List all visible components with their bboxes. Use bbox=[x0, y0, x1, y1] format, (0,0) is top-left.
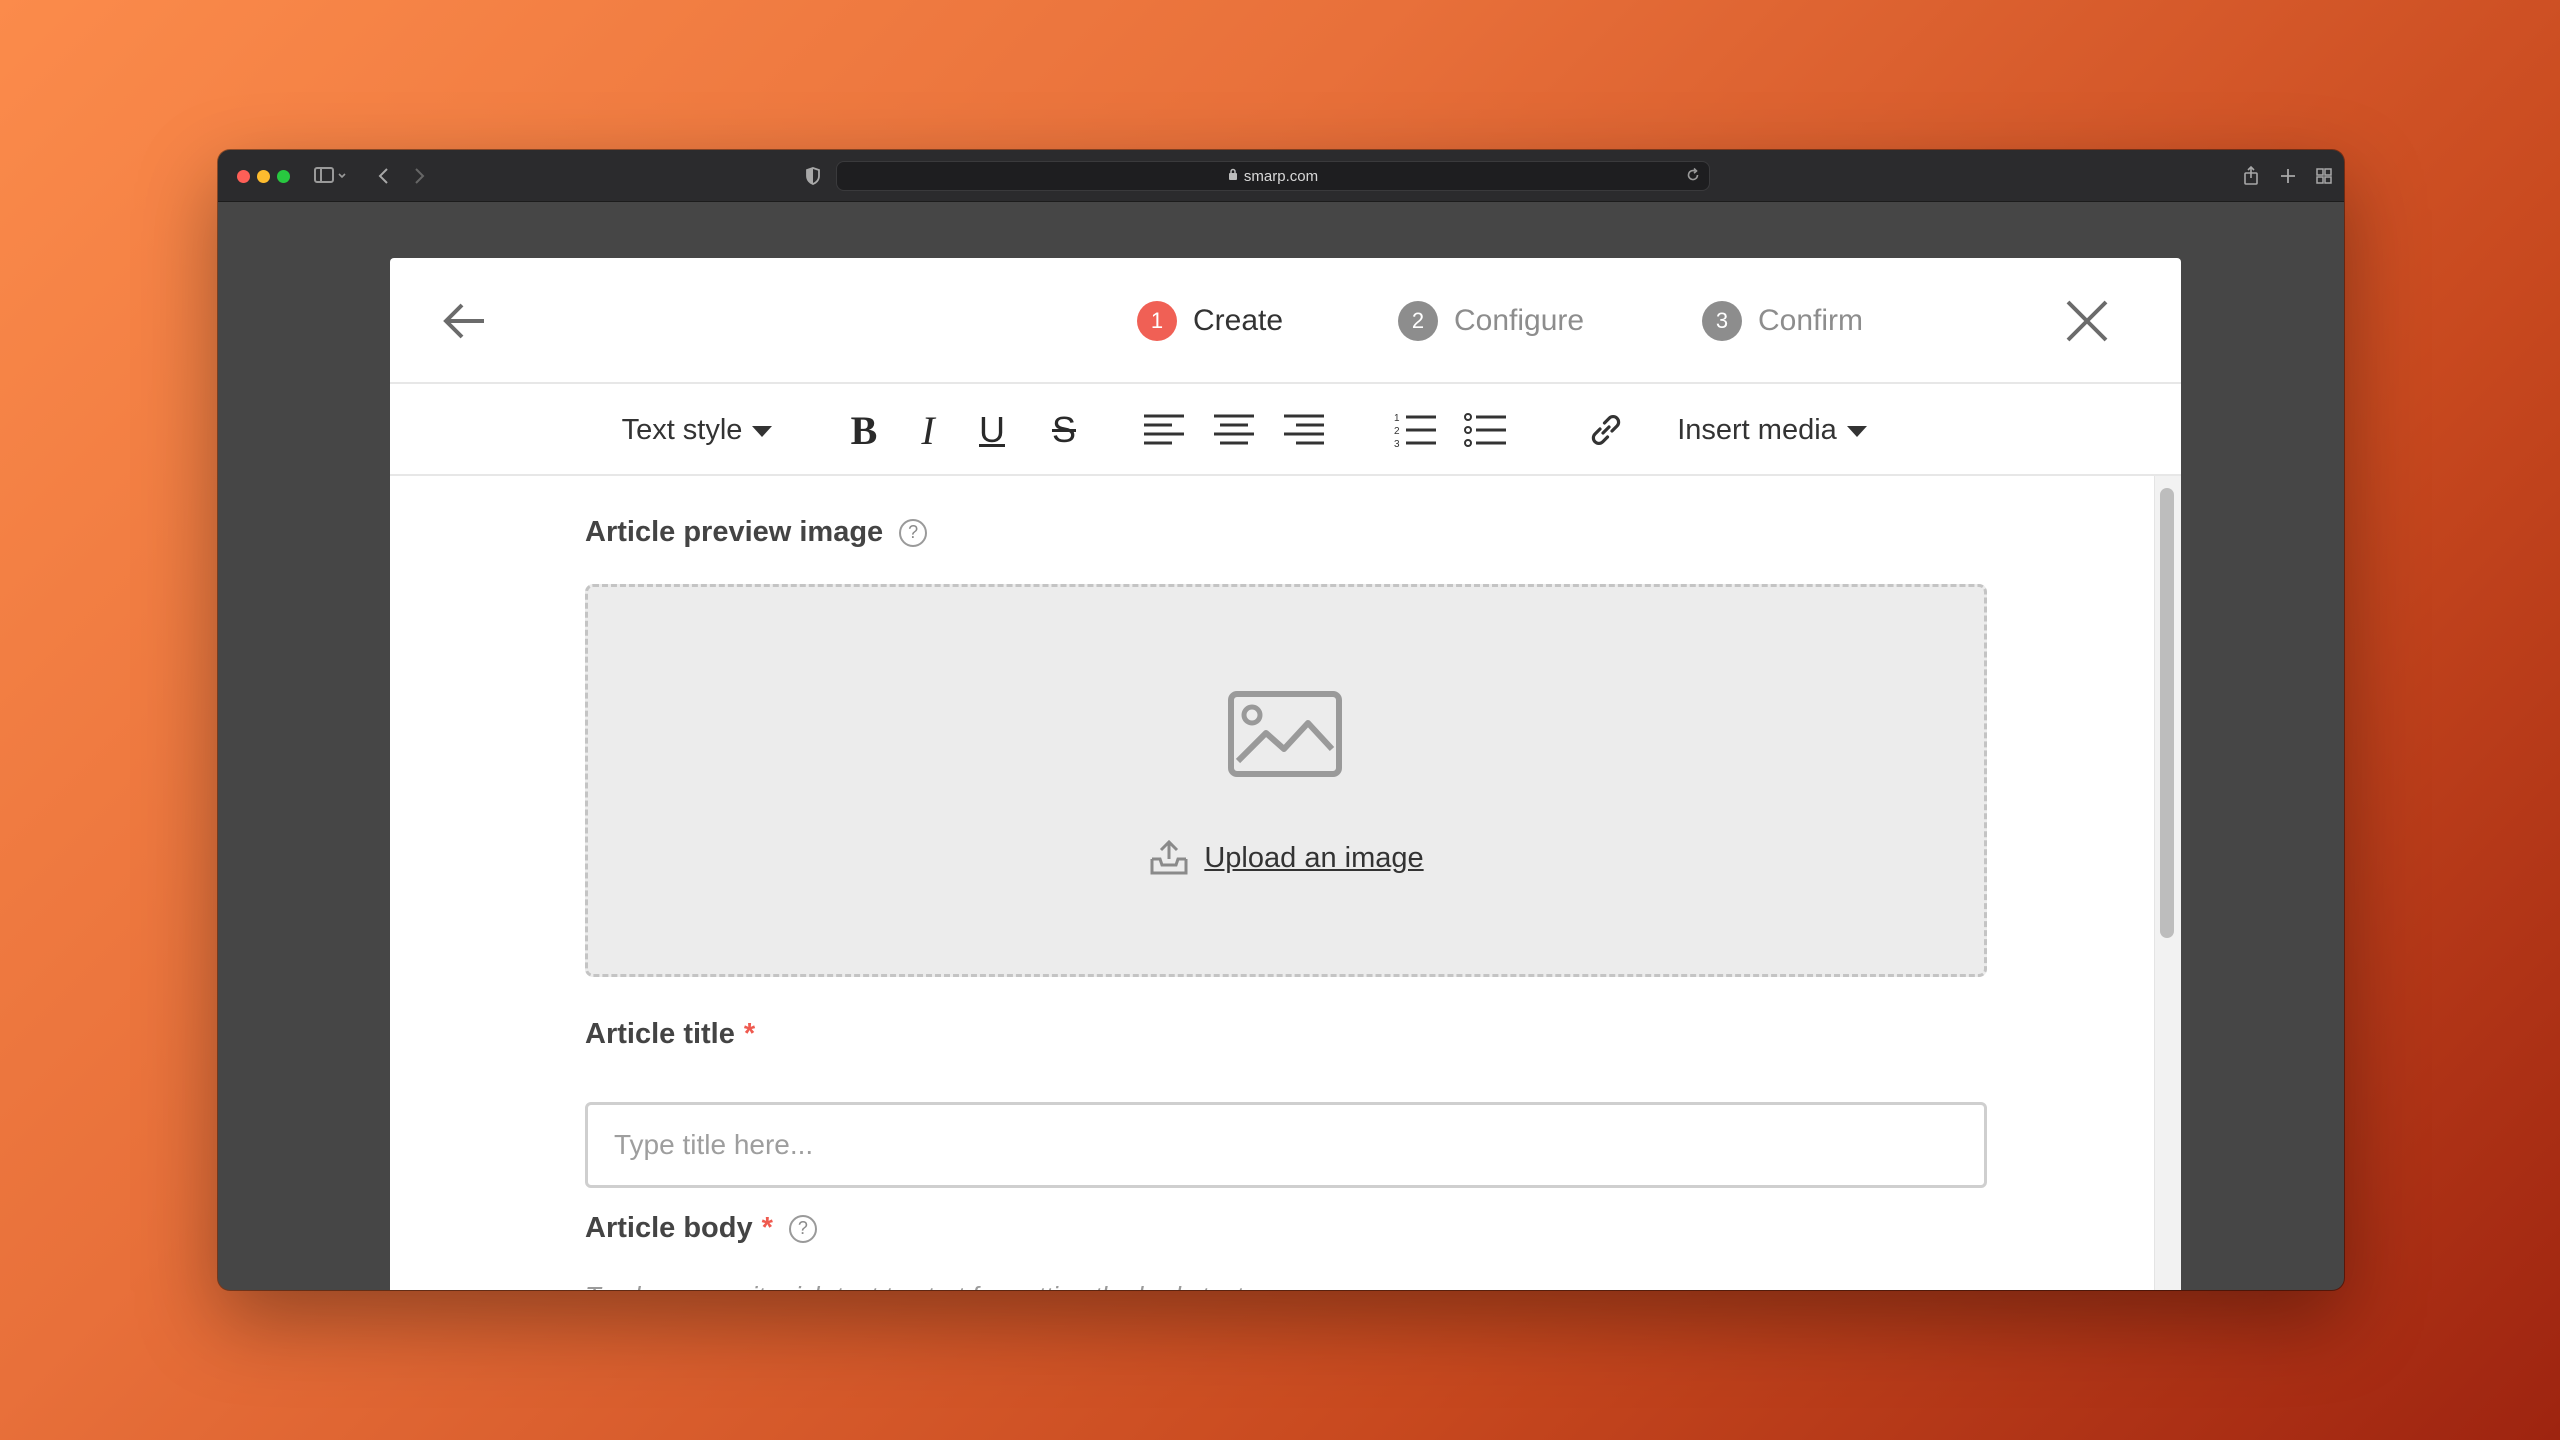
title-label: Article title bbox=[585, 1018, 735, 1050]
chevron-left-icon[interactable] bbox=[376, 164, 392, 194]
title-field-label: Article title * bbox=[585, 1018, 755, 1051]
insert-media-label: Insert media bbox=[1677, 413, 1837, 446]
plus-icon[interactable] bbox=[2278, 164, 2298, 194]
zoom-window-button[interactable] bbox=[277, 170, 290, 183]
step-label: Create bbox=[1193, 304, 1284, 337]
chevron-right-icon[interactable] bbox=[411, 164, 427, 194]
shield-icon[interactable] bbox=[804, 164, 822, 194]
bold-button[interactable]: B bbox=[838, 402, 890, 458]
scrollbar-thumb[interactable] bbox=[2160, 488, 2174, 938]
underline-button[interactable]: U bbox=[966, 402, 1018, 458]
step-label: Configure bbox=[1454, 304, 1585, 337]
step-number: 2 bbox=[1398, 301, 1438, 341]
close-modal-button[interactable] bbox=[2062, 296, 2112, 346]
insert-link-button[interactable] bbox=[1580, 402, 1632, 458]
close-window-button[interactable] bbox=[237, 170, 250, 183]
caret-down-icon bbox=[752, 425, 773, 437]
align-right-icon bbox=[1284, 414, 1324, 445]
bullet-list-icon bbox=[1464, 413, 1506, 447]
link-icon bbox=[1591, 415, 1621, 445]
browser-titlebar: smarp.com bbox=[218, 150, 2344, 202]
wizard-steps: 1 Create 2 Configure 3 Confirm bbox=[390, 258, 2181, 384]
lock-icon bbox=[1228, 168, 1238, 184]
insert-media-dropdown[interactable]: Insert media bbox=[1662, 402, 1882, 458]
align-center-button[interactable] bbox=[1208, 402, 1260, 458]
align-right-button[interactable] bbox=[1278, 402, 1330, 458]
help-icon[interactable]: ? bbox=[899, 518, 928, 547]
required-mark: * bbox=[743, 1018, 756, 1050]
body-field-label: Article body * ? bbox=[585, 1212, 817, 1245]
caret-down-icon bbox=[1846, 425, 1867, 437]
svg-text:2: 2 bbox=[1394, 426, 1400, 437]
preview-image-label: Article preview image bbox=[585, 516, 884, 548]
tab-overview-icon[interactable] bbox=[2314, 164, 2334, 194]
sidebar-icon[interactable] bbox=[314, 164, 348, 194]
italic-button[interactable]: I bbox=[902, 402, 954, 458]
editor-content: Article preview image ? Upload an image … bbox=[390, 476, 2181, 1290]
article-title-input[interactable] bbox=[585, 1102, 1987, 1188]
body-label: Article body bbox=[585, 1212, 753, 1244]
step-number: 1 bbox=[1137, 301, 1177, 341]
image-placeholder-icon bbox=[1228, 691, 1342, 777]
align-center-icon bbox=[1214, 414, 1254, 445]
upload-row: Upload an image bbox=[588, 839, 1984, 877]
step-label: Confirm bbox=[1758, 304, 1864, 337]
article-editor-modal: 1 Create 2 Configure 3 Confirm Text styl… bbox=[390, 258, 2181, 1290]
step-number: 3 bbox=[1702, 301, 1742, 341]
reload-icon[interactable] bbox=[1685, 165, 1701, 190]
step-confirm[interactable]: 3 Confirm bbox=[1702, 300, 1863, 342]
required-mark: * bbox=[761, 1212, 773, 1244]
article-body-editor[interactable]: Tap here or write rich text to start for… bbox=[585, 1281, 1243, 1290]
browser-window: smarp.com 1 Create 2 Configure 3 Confirm… bbox=[218, 150, 2344, 1290]
preview-image-field-label: Article preview image ? bbox=[585, 516, 928, 549]
step-configure[interactable]: 2 Configure bbox=[1398, 300, 1584, 342]
svg-text:3: 3 bbox=[1394, 439, 1400, 449]
close-icon bbox=[2066, 300, 2108, 342]
formatting-toolbar: Text style B I U S 1 2 3 Insert media bbox=[390, 384, 2181, 476]
text-style-dropdown[interactable]: Text style bbox=[612, 402, 782, 458]
strikethrough-button[interactable]: S bbox=[1038, 402, 1090, 458]
align-left-icon bbox=[1144, 414, 1184, 445]
help-icon[interactable]: ? bbox=[788, 1214, 817, 1243]
upload-icon bbox=[1150, 839, 1188, 875]
image-dropzone[interactable]: Upload an image bbox=[585, 584, 1987, 977]
bullet-list-button[interactable] bbox=[1460, 402, 1512, 458]
step-create[interactable]: 1 Create bbox=[1137, 300, 1283, 342]
address-bar[interactable]: smarp.com bbox=[836, 161, 1710, 191]
share-icon[interactable] bbox=[2241, 164, 2261, 194]
upload-image-link[interactable]: Upload an image bbox=[1204, 842, 1423, 875]
minimize-window-button[interactable] bbox=[257, 170, 270, 183]
modal-header: 1 Create 2 Configure 3 Confirm bbox=[390, 258, 2181, 384]
ordered-list-button[interactable]: 1 2 3 bbox=[1390, 402, 1442, 458]
ordered-list-icon: 1 2 3 bbox=[1394, 413, 1436, 449]
svg-text:1: 1 bbox=[1394, 413, 1400, 424]
url-text: smarp.com bbox=[1243, 167, 1319, 185]
align-left-button[interactable] bbox=[1138, 402, 1190, 458]
text-style-label: Text style bbox=[621, 413, 743, 446]
